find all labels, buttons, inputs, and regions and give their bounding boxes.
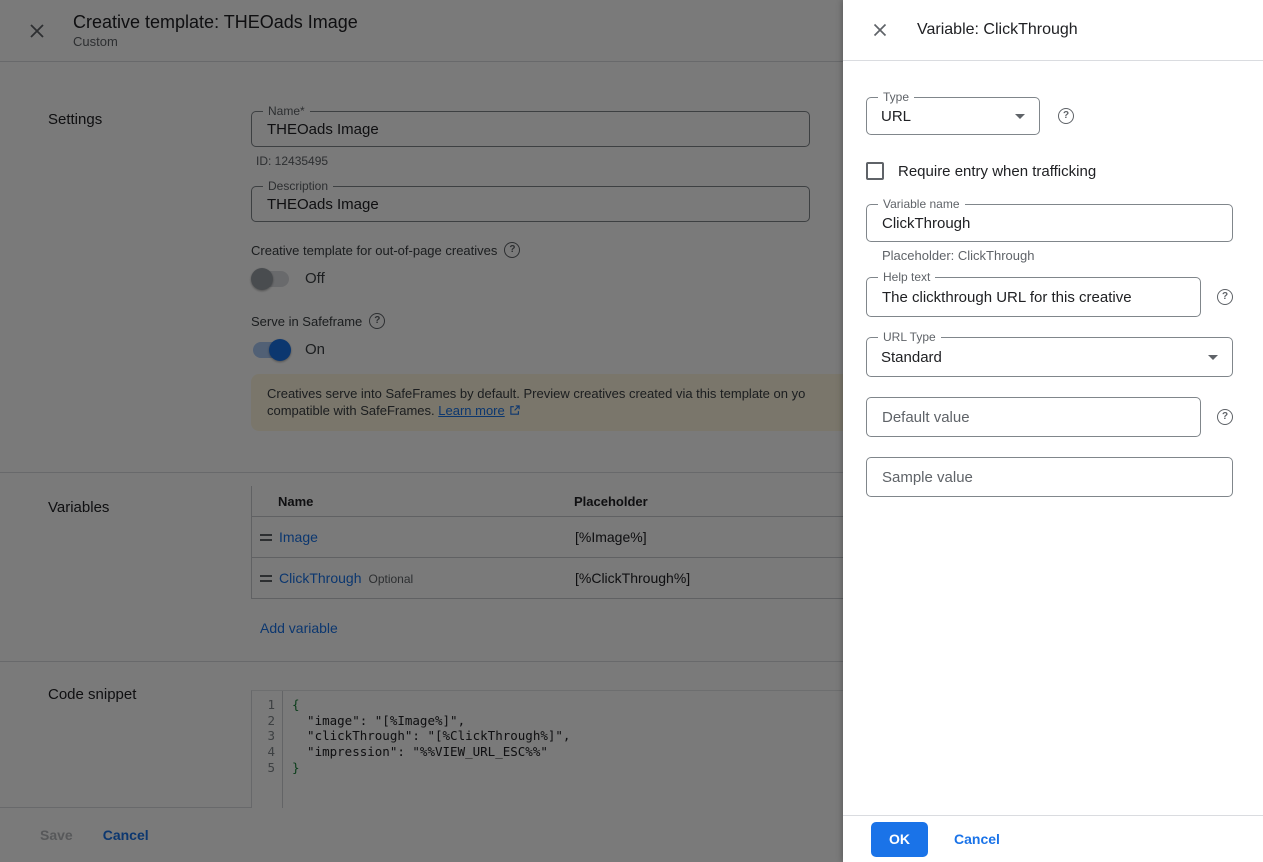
panel-body: Type URL ? Require entry when traffickin… [843, 61, 1263, 815]
url-type-value: Standard [881, 349, 942, 366]
help-text-field: Help text [866, 277, 1201, 317]
close-icon [871, 21, 889, 39]
variable-edit-panel: Variable: ClickThrough Type URL ? Requir… [843, 0, 1263, 862]
ok-button[interactable]: OK [871, 822, 928, 857]
type-select-label: Type [878, 91, 914, 104]
help-icon[interactable]: ? [1058, 108, 1074, 124]
type-select-value: URL [881, 108, 911, 125]
variable-name-label: Variable name [878, 198, 965, 211]
app-window: Creative template: THEOads Image Custom … [0, 0, 1263, 862]
panel-close-button[interactable] [869, 19, 891, 41]
url-type-select[interactable]: URL Type Standard [866, 337, 1233, 377]
panel-action-bar: OK Cancel [843, 815, 1263, 862]
dropdown-arrow-icon [1015, 114, 1025, 119]
help-icon[interactable]: ? [1217, 409, 1233, 425]
url-type-label: URL Type [878, 331, 941, 344]
panel-title: Variable: ClickThrough [917, 21, 1078, 39]
help-text-label: Help text [878, 271, 935, 284]
default-value-input[interactable] [867, 398, 1200, 436]
placeholder-helper: Placeholder: ClickThrough [866, 248, 1233, 263]
sample-value-input[interactable] [867, 458, 1232, 496]
panel-header: Variable: ClickThrough [843, 0, 1263, 61]
require-entry-row: Require entry when trafficking [866, 162, 1233, 180]
sample-value-field [866, 457, 1233, 497]
dropdown-arrow-icon [1208, 355, 1218, 360]
help-icon[interactable]: ? [1217, 289, 1233, 305]
variable-name-field: Variable name [866, 204, 1233, 242]
panel-cancel-button[interactable]: Cancel [954, 831, 1000, 847]
require-entry-checkbox[interactable] [866, 162, 884, 180]
require-entry-label: Require entry when trafficking [898, 163, 1096, 180]
type-select[interactable]: Type URL [866, 97, 1040, 135]
default-value-field [866, 397, 1201, 437]
